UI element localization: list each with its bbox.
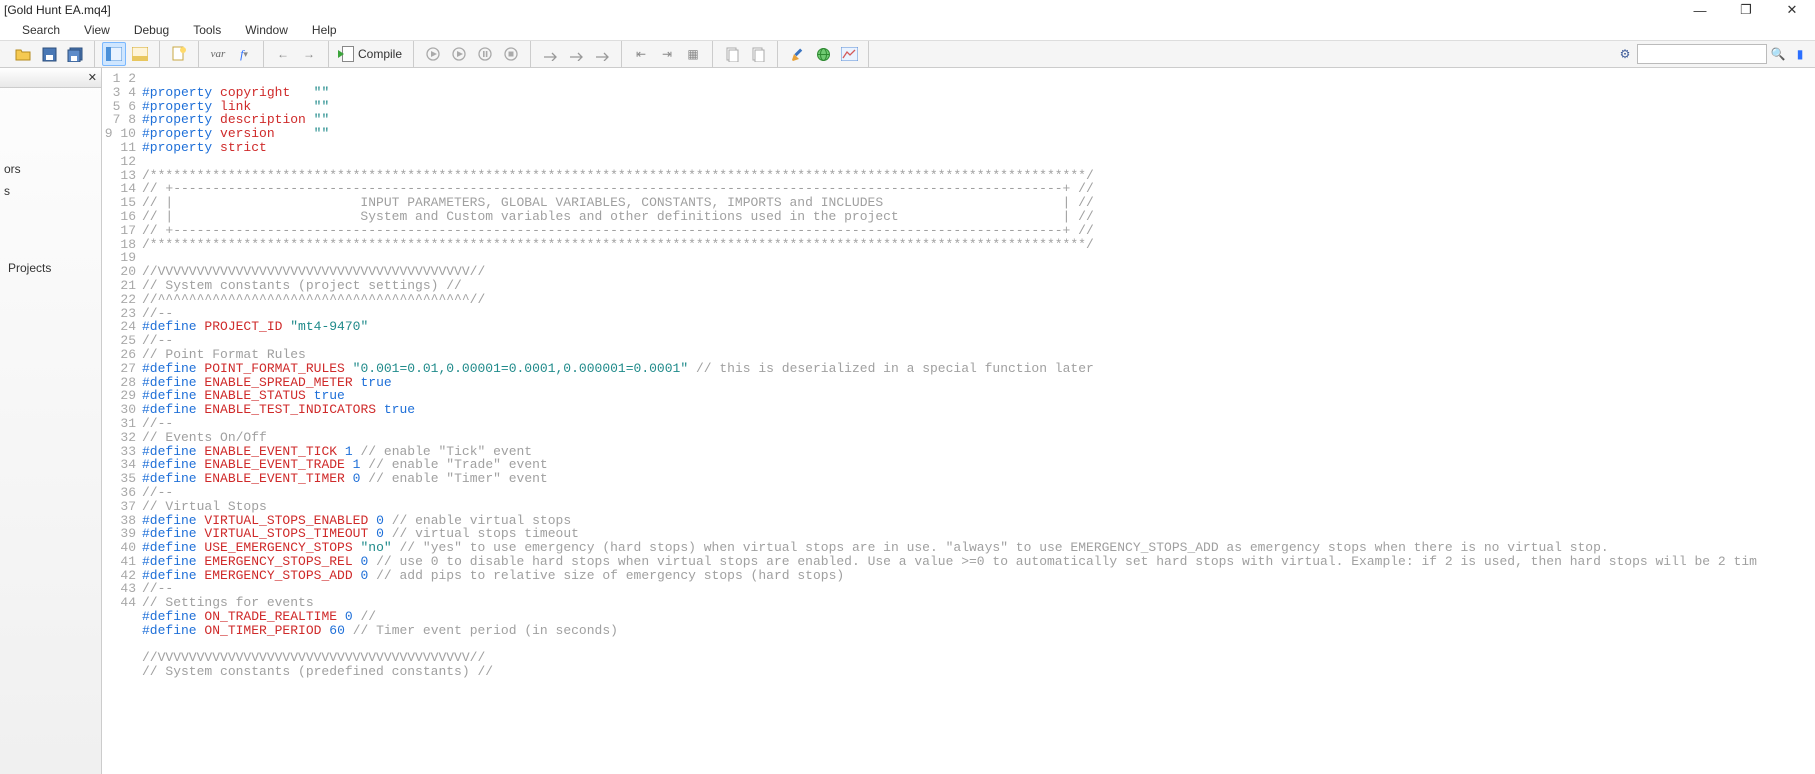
code-editor[interactable]: 1 2 3 4 5 6 7 8 9 10 11 12 13 14 15 16 1… xyxy=(102,68,1815,774)
compile-label: Compile xyxy=(358,47,402,61)
window-controls: — ❐ ✕ xyxy=(1677,0,1815,20)
toolbar: var f▾ ← → Compile ⇤ ⇥ ▦ ⚙ 🔍 xyxy=(0,40,1815,68)
debug-start-icon[interactable] xyxy=(421,42,445,66)
menu-view[interactable]: View xyxy=(72,21,122,39)
close-icon[interactable]: ✕ xyxy=(88,71,97,84)
globe-icon[interactable] xyxy=(811,42,835,66)
navigator-panel: ✕ ors s Projects xyxy=(0,68,102,774)
maximize-button[interactable]: ❐ xyxy=(1723,0,1769,20)
search-settings-icon[interactable]: ⚙ xyxy=(1613,43,1637,65)
menu-debug[interactable]: Debug xyxy=(122,21,181,39)
indent-left-icon[interactable]: ⇤ xyxy=(629,42,653,66)
save-all-icon[interactable] xyxy=(63,42,87,66)
debug-play-icon[interactable] xyxy=(447,42,471,66)
search-input[interactable] xyxy=(1637,44,1767,64)
step-over-icon[interactable] xyxy=(564,42,588,66)
compile-icon xyxy=(340,46,356,62)
toggle-panel-2-icon[interactable] xyxy=(128,42,152,66)
menubar: Search View Debug Tools Window Help xyxy=(0,20,1815,40)
debug-pause-icon[interactable] xyxy=(473,42,497,66)
function-insert-icon[interactable]: f▾ xyxy=(232,42,256,66)
step-out-icon[interactable] xyxy=(590,42,614,66)
edit-icon[interactable] xyxy=(785,42,809,66)
new-file-icon[interactable] xyxy=(167,42,191,66)
main: ✕ ors s Projects 1 2 3 4 5 6 7 8 9 10 11… xyxy=(0,68,1815,774)
indent-guide-icon[interactable]: ▦ xyxy=(681,42,705,66)
search-aux-icon[interactable]: ▮ xyxy=(1789,43,1811,65)
save-icon[interactable] xyxy=(37,42,61,66)
menu-window[interactable]: Window xyxy=(233,21,300,39)
code-area[interactable]: #property copyright "" #property link ""… xyxy=(140,68,1815,774)
step-into-icon[interactable] xyxy=(538,42,562,66)
toggle-panel-1-icon[interactable] xyxy=(102,42,126,66)
debug-stop-icon[interactable] xyxy=(499,42,523,66)
close-button[interactable]: ✕ xyxy=(1769,0,1815,20)
window-title: [Gold Hunt EA.mq4] xyxy=(4,3,111,17)
search-icon[interactable]: 🔍 xyxy=(1767,43,1789,65)
chart-icon[interactable] xyxy=(837,42,861,66)
compile-button[interactable]: Compile xyxy=(336,42,406,66)
back-icon[interactable]: ← xyxy=(271,42,295,66)
sidebar-item[interactable]: ors xyxy=(0,158,101,180)
menu-search[interactable]: Search xyxy=(10,21,72,39)
line-gutter: 1 2 3 4 5 6 7 8 9 10 11 12 13 14 15 16 1… xyxy=(102,68,140,774)
open-icon[interactable] xyxy=(11,42,35,66)
navigator-tab-header: ✕ xyxy=(0,68,101,88)
minimize-button[interactable]: — xyxy=(1677,0,1723,20)
titlebar: [Gold Hunt EA.mq4] — ❐ ✕ xyxy=(0,0,1815,20)
sidebar-item-projects[interactable]: Projects xyxy=(0,257,101,279)
var-button[interactable]: var xyxy=(206,42,230,66)
sidebar-item[interactable]: s xyxy=(0,180,101,202)
toolbar-search: ⚙ 🔍 ▮ xyxy=(1613,43,1811,65)
menu-tools[interactable]: Tools xyxy=(181,21,233,39)
menu-help[interactable]: Help xyxy=(300,21,349,39)
copy-2-icon[interactable] xyxy=(746,42,770,66)
indent-right-icon[interactable]: ⇥ xyxy=(655,42,679,66)
forward-icon[interactable]: → xyxy=(297,42,321,66)
copy-1-icon[interactable] xyxy=(720,42,744,66)
